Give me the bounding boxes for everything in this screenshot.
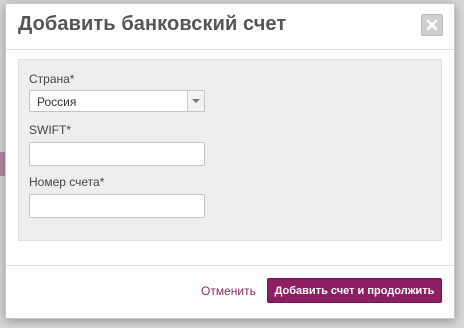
dialog-footer: Отменить Добавить счет и продолжить — [6, 265, 454, 318]
dialog-header: Добавить банковский счет — [6, 4, 454, 50]
dialog-title: Добавить банковский счет — [18, 13, 287, 35]
country-label: Страна* — [29, 72, 75, 86]
country-select-value: Россия — [37, 95, 77, 109]
swift-label: SWIFT* — [29, 123, 71, 137]
account-number-input[interactable] — [29, 194, 205, 218]
close-icon — [426, 19, 438, 31]
dropdown-arrow-icon — [187, 91, 204, 111]
add-account-and-continue-button[interactable]: Добавить счет и продолжить — [267, 278, 442, 303]
form-panel: Страна* Россия SWIFT* Номер счета* — [18, 59, 442, 241]
country-select[interactable]: Россия — [29, 90, 205, 112]
account-number-label: Номер счета* — [29, 175, 105, 189]
swift-input[interactable] — [29, 142, 205, 166]
close-button[interactable] — [421, 14, 443, 36]
cancel-link[interactable]: Отменить — [201, 284, 256, 298]
add-bank-account-dialog: Добавить банковский счет Страна* Россия … — [5, 3, 455, 319]
